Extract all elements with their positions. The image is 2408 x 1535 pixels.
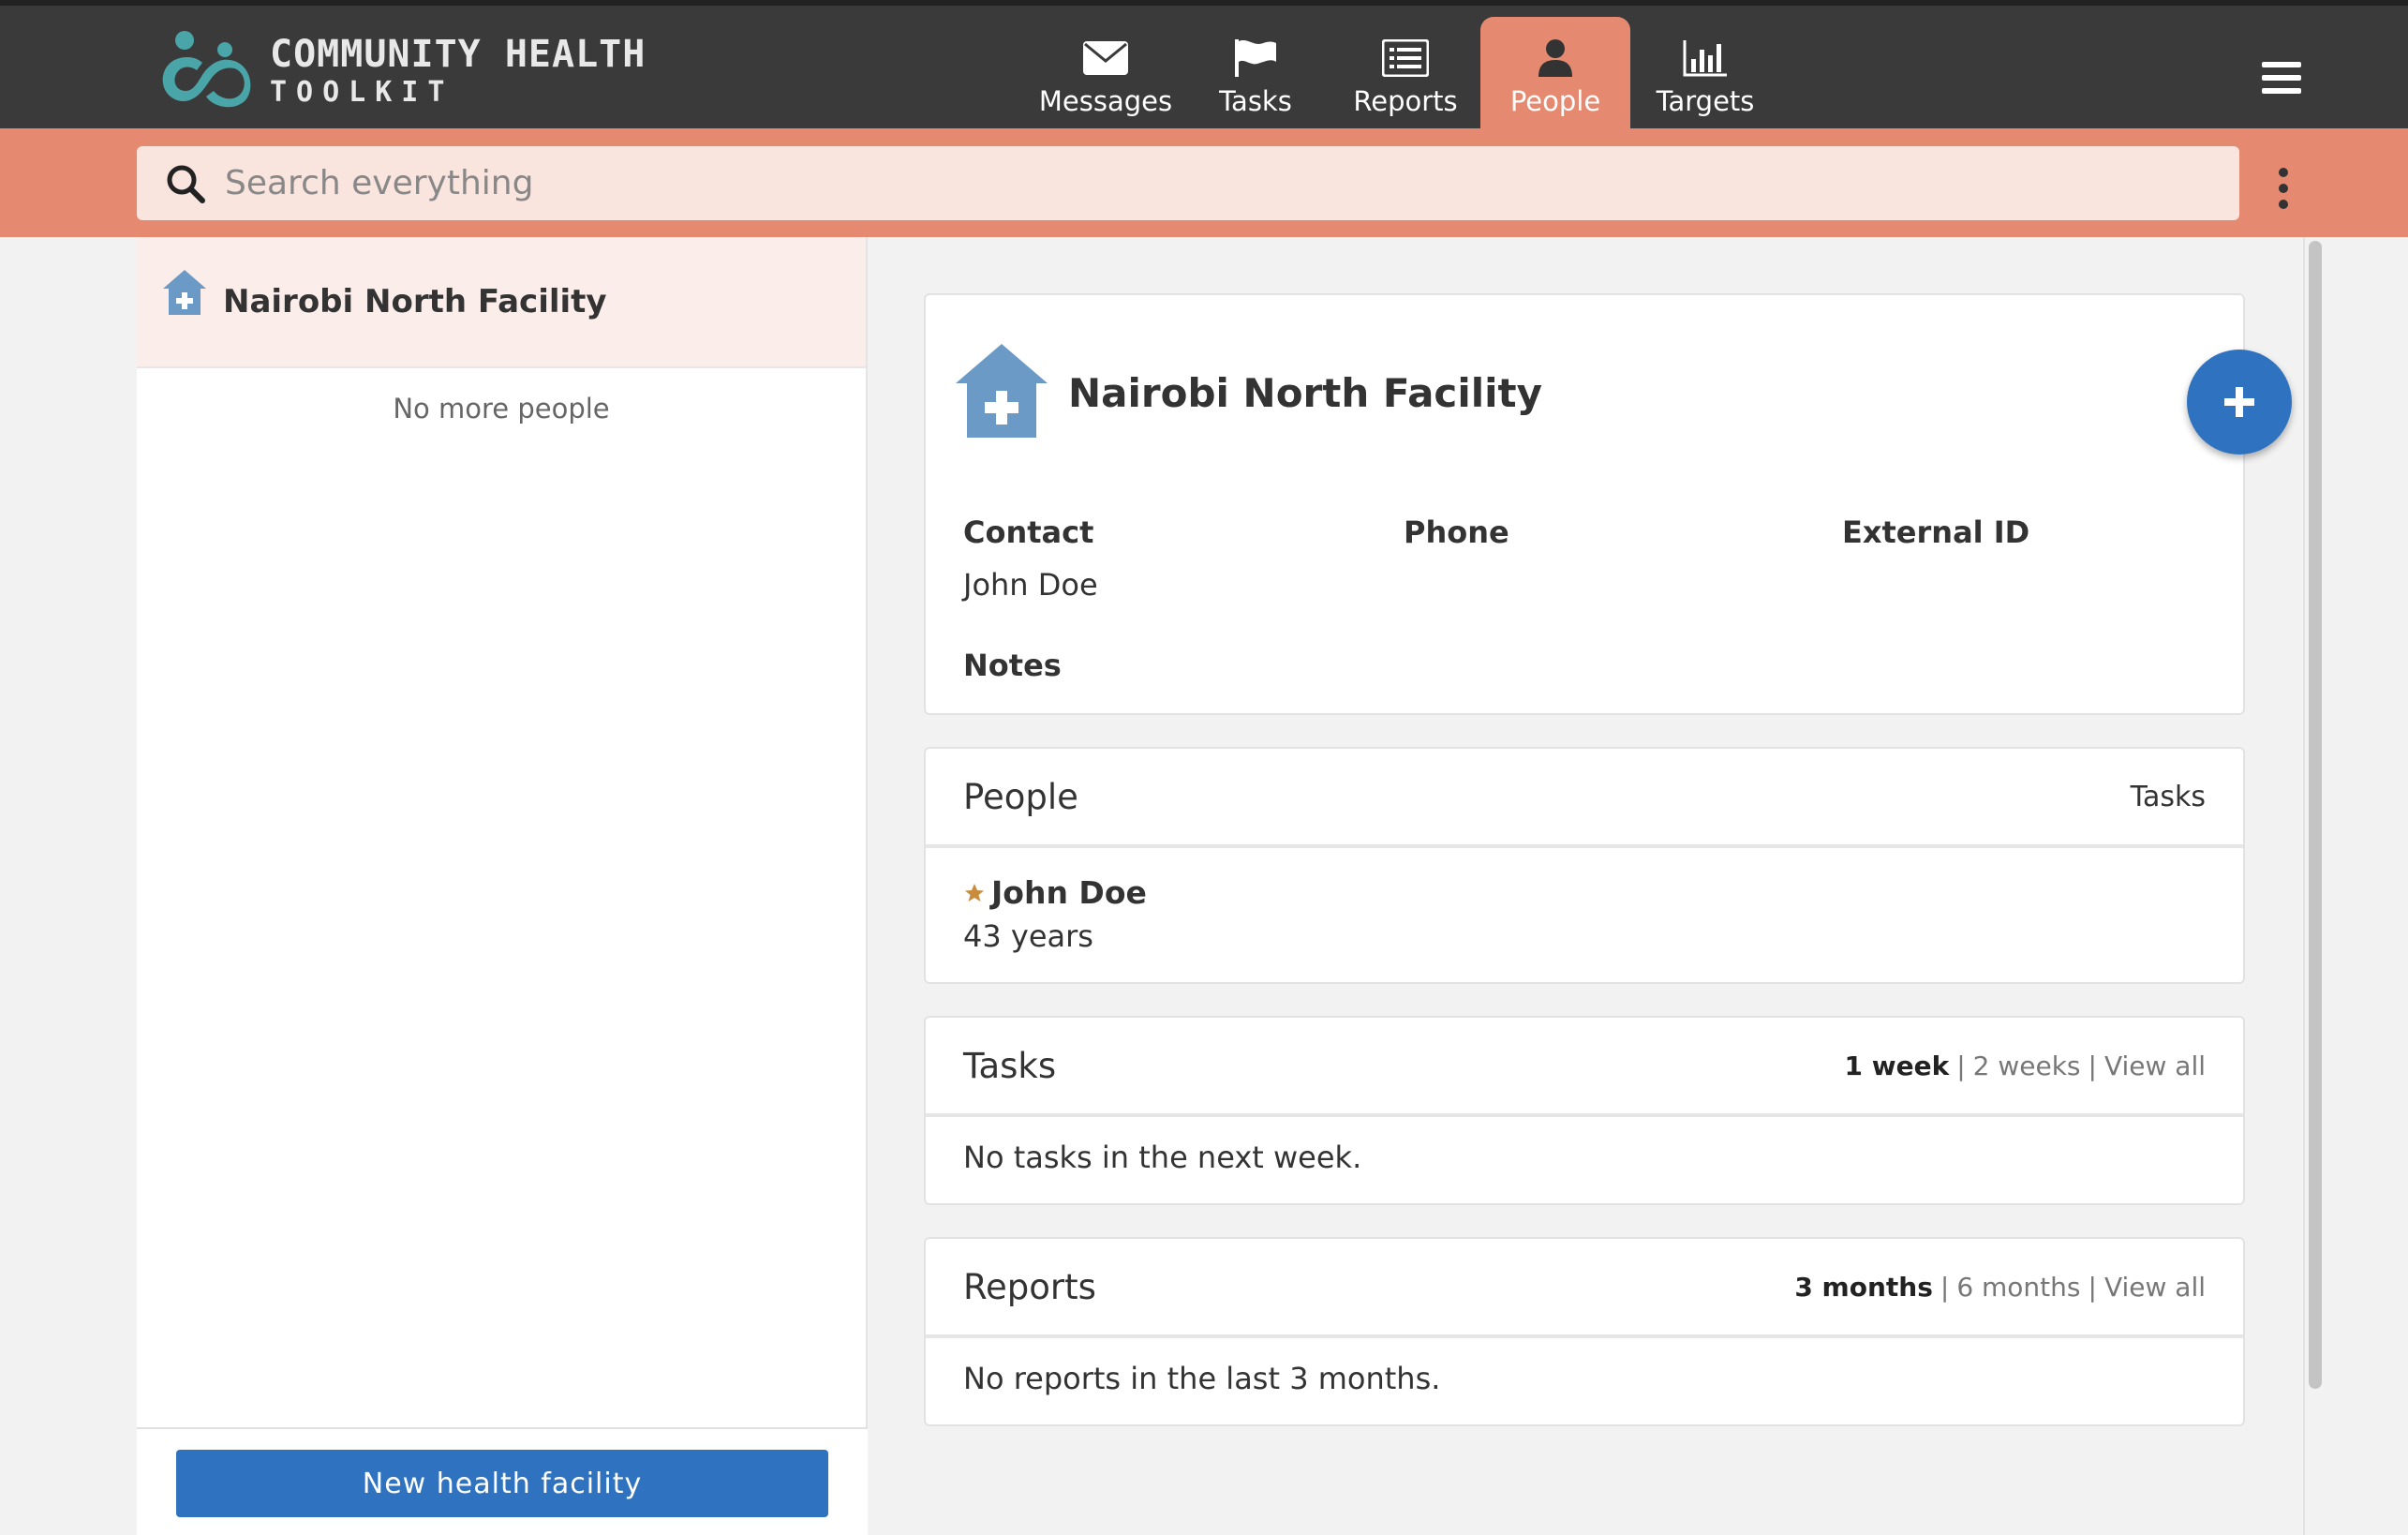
primary-contact-star-icon (965, 883, 984, 902)
add-button[interactable] (2187, 350, 2292, 455)
person-name-row: John Doe (963, 874, 2206, 911)
logo-line-2: TOOLKIT (270, 76, 454, 109)
logo-text: COMMUNITY HEALTH TOOLKIT (270, 36, 646, 107)
reports-filter-6-months[interactable]: 6 months (1956, 1272, 2080, 1303)
person-age: 43 years (963, 918, 1093, 954)
logo-icon (159, 29, 253, 113)
tab-tasks-label: Tasks (1219, 85, 1292, 117)
left-panel-footer: New health facility (137, 1427, 868, 1535)
people-tasks-column-label: Tasks (2130, 780, 2206, 813)
tasks-section-title: Tasks (963, 1045, 1057, 1086)
facility-summary-card: Nairobi North Facility Contact John Doe … (924, 293, 2245, 715)
search-icon[interactable] (165, 163, 206, 204)
list-item[interactable]: Nairobi North Facility (137, 237, 866, 368)
contacts-list-panel: Nairobi North Facility No more people Ne… (137, 237, 868, 1535)
person-icon (1537, 37, 1574, 80)
no-more-people-text: No more people (393, 393, 610, 425)
search-input[interactable] (225, 164, 2192, 202)
main-nav: Messages Tasks Reports People Targets (1031, 17, 1780, 134)
new-health-facility-button[interactable]: New health facility (176, 1450, 828, 1517)
tasks-filter: 1 week | 2 weeks | View all (1844, 1050, 2206, 1081)
people-section: People Tasks John Doe 43 years (924, 747, 2245, 984)
search-box (137, 146, 2239, 220)
list-icon (1382, 37, 1429, 80)
reports-section: Reports 3 months | 6 months | View all No re… (924, 1237, 2245, 1426)
people-section-header: People Tasks (926, 749, 2243, 848)
tab-targets[interactable]: Targets (1630, 17, 1780, 134)
reports-empty-message: No reports in the last 3 months. (963, 1361, 1441, 1396)
tasks-section: Tasks 1 week | 2 weeks | View all No tasks i… (924, 1016, 2245, 1205)
health-facility-icon (956, 344, 1048, 438)
people-section-title: People (963, 776, 1078, 817)
reports-section-header: Reports 3 months | 6 months | View all (926, 1239, 2243, 1338)
app-logo[interactable]: COMMUNITY HEALTH TOOLKIT (159, 24, 646, 118)
logo-line-1: COMMUNITY HEALTH (270, 33, 647, 76)
external-id-label: External ID (1842, 514, 2030, 550)
tasks-filter-2-weeks[interactable]: 2 weeks (1973, 1051, 2081, 1081)
tab-targets-label: Targets (1656, 85, 1755, 117)
tab-reports-label: Reports (1353, 85, 1458, 117)
more-options-icon[interactable] (2279, 168, 2290, 216)
reports-section-title: Reports (963, 1266, 1096, 1307)
person-name: John Doe (991, 874, 1147, 911)
content-scrollbar[interactable] (2303, 237, 2326, 1535)
contact-value[interactable]: John Doe (963, 567, 1098, 603)
flag-icon (1233, 37, 1278, 80)
phone-label: Phone (1404, 514, 1509, 550)
list-item-name: Nairobi North Facility (223, 283, 607, 320)
health-facility-icon (163, 270, 206, 315)
page-title: Nairobi North Facility (1068, 370, 1542, 416)
list-item[interactable]: John Doe 43 years (926, 848, 2243, 954)
notes-label: Notes (963, 648, 1062, 683)
tab-tasks[interactable]: Tasks (1181, 17, 1330, 134)
tab-messages[interactable]: Messages (1031, 17, 1181, 134)
menu-icon[interactable] (2262, 62, 2301, 101)
tab-people[interactable]: People (1480, 17, 1630, 134)
tasks-empty-message: No tasks in the next week. (963, 1140, 1362, 1175)
tasks-filter-view-all[interactable]: View all (2104, 1051, 2206, 1081)
bar-chart-icon (1682, 37, 1729, 80)
plus-icon (2224, 387, 2254, 417)
envelope-icon (1082, 37, 1129, 80)
tasks-section-header: Tasks 1 week | 2 weeks | View all (926, 1018, 2243, 1117)
reports-filter: 3 months | 6 months | View all (1794, 1271, 2206, 1303)
search-bar (0, 128, 2408, 237)
top-nav-bar: COMMUNITY HEALTH TOOLKIT Messages Tasks … (0, 0, 2408, 134)
scrollbar-thumb[interactable] (2309, 241, 2322, 1389)
contact-label: Contact (963, 514, 1094, 550)
reports-filter-3-months[interactable]: 3 months (1794, 1272, 1933, 1303)
tab-people-label: People (1509, 85, 1601, 117)
tab-messages-label: Messages (1038, 85, 1173, 117)
tasks-filter-1-week[interactable]: 1 week (1844, 1051, 1949, 1081)
reports-filter-view-all[interactable]: View all (2104, 1272, 2206, 1303)
tab-reports[interactable]: Reports (1330, 17, 1480, 134)
